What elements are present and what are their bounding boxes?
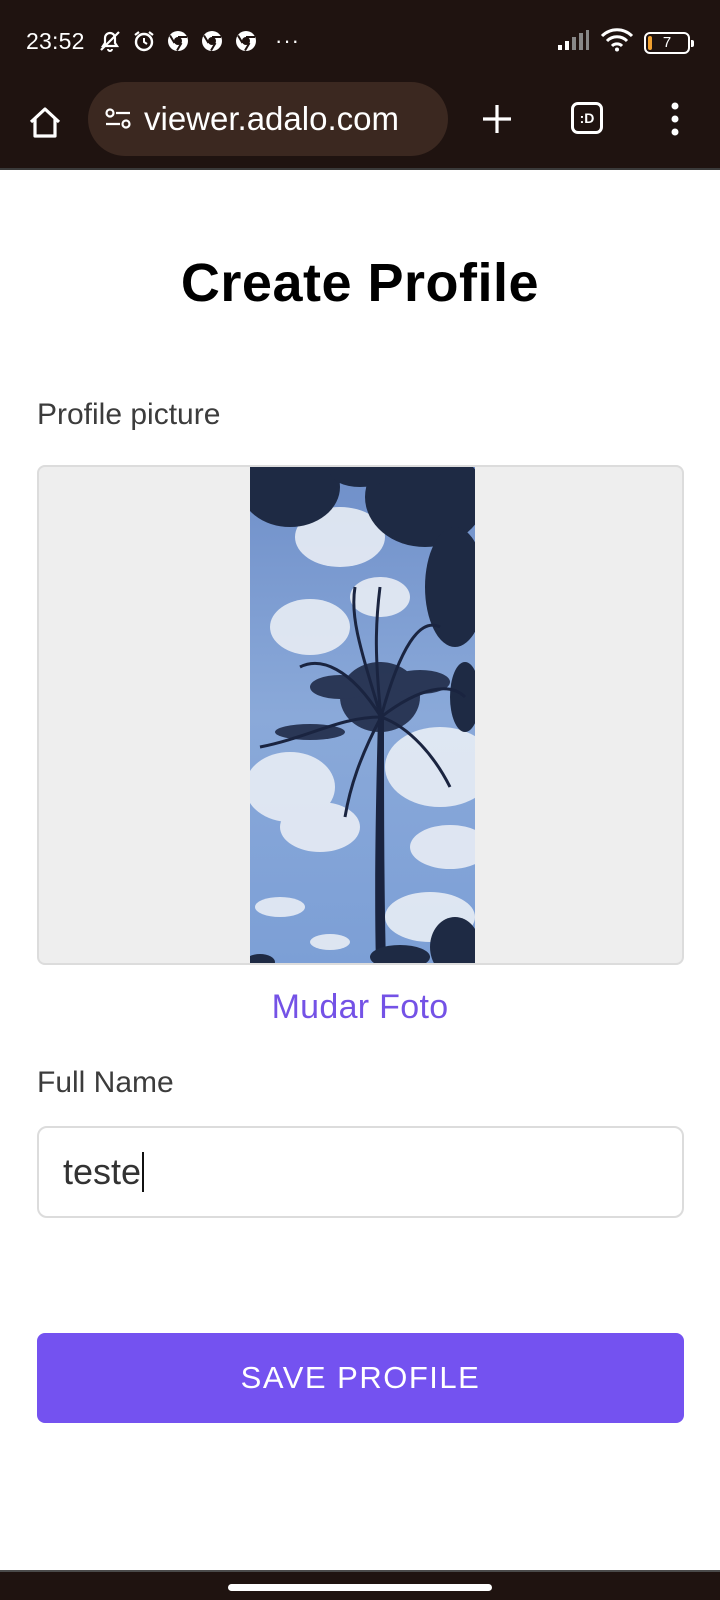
site-settings-icon[interactable]	[102, 103, 134, 135]
change-photo-link[interactable]: Mudar Foto	[0, 988, 720, 1027]
status-bar: 23:52 ··· 7	[0, 0, 720, 82]
status-time: 23:52	[26, 28, 85, 54]
url-text[interactable]: viewer.adalo.com	[144, 100, 448, 138]
profile-photo-image	[250, 467, 475, 963]
new-tab-plus-icon	[483, 105, 511, 133]
save-profile-button[interactable]: SAVE PROFILE	[37, 1333, 684, 1423]
status-notification-icons: ···	[97, 28, 300, 54]
browser-toolbar: viewer.adalo.com :D	[0, 82, 720, 170]
battery-icon: 7	[644, 31, 694, 54]
notifications-muted-icon	[97, 28, 123, 54]
full-name-value[interactable]: teste	[63, 1151, 141, 1193]
more-notifications-indicator: ···	[275, 28, 300, 53]
chrome-icon	[233, 28, 259, 54]
status-system-icons: 7	[556, 28, 694, 57]
system-navigation-bar	[0, 1570, 720, 1600]
more-menu-button[interactable]	[652, 96, 698, 142]
alarm-icon	[131, 28, 157, 54]
home-gesture-handle[interactable]	[228, 1584, 492, 1591]
text-cursor	[142, 1152, 145, 1192]
battery-level-fill	[648, 35, 652, 50]
tabs-switcher-button[interactable]: :D	[567, 98, 607, 138]
full-name-input[interactable]: teste	[37, 1126, 684, 1218]
home-button[interactable]	[22, 100, 68, 146]
profile-picture-container[interactable]	[37, 465, 684, 965]
signal-icon	[556, 29, 590, 56]
chrome-icon	[165, 28, 191, 54]
address-bar[interactable]: viewer.adalo.com	[88, 82, 448, 156]
profile-picture-label: Profile picture	[37, 398, 221, 431]
tabs-switcher-icon: :D	[571, 102, 603, 134]
home-icon	[29, 107, 61, 138]
full-name-label: Full Name	[37, 1066, 174, 1099]
battery-level-text: 7	[662, 34, 672, 51]
wifi-icon	[600, 28, 634, 57]
chrome-icon	[199, 28, 225, 54]
page-title: Create Profile	[180, 253, 540, 313]
more-menu-icon	[671, 102, 679, 136]
new-tab-button[interactable]	[474, 96, 520, 142]
